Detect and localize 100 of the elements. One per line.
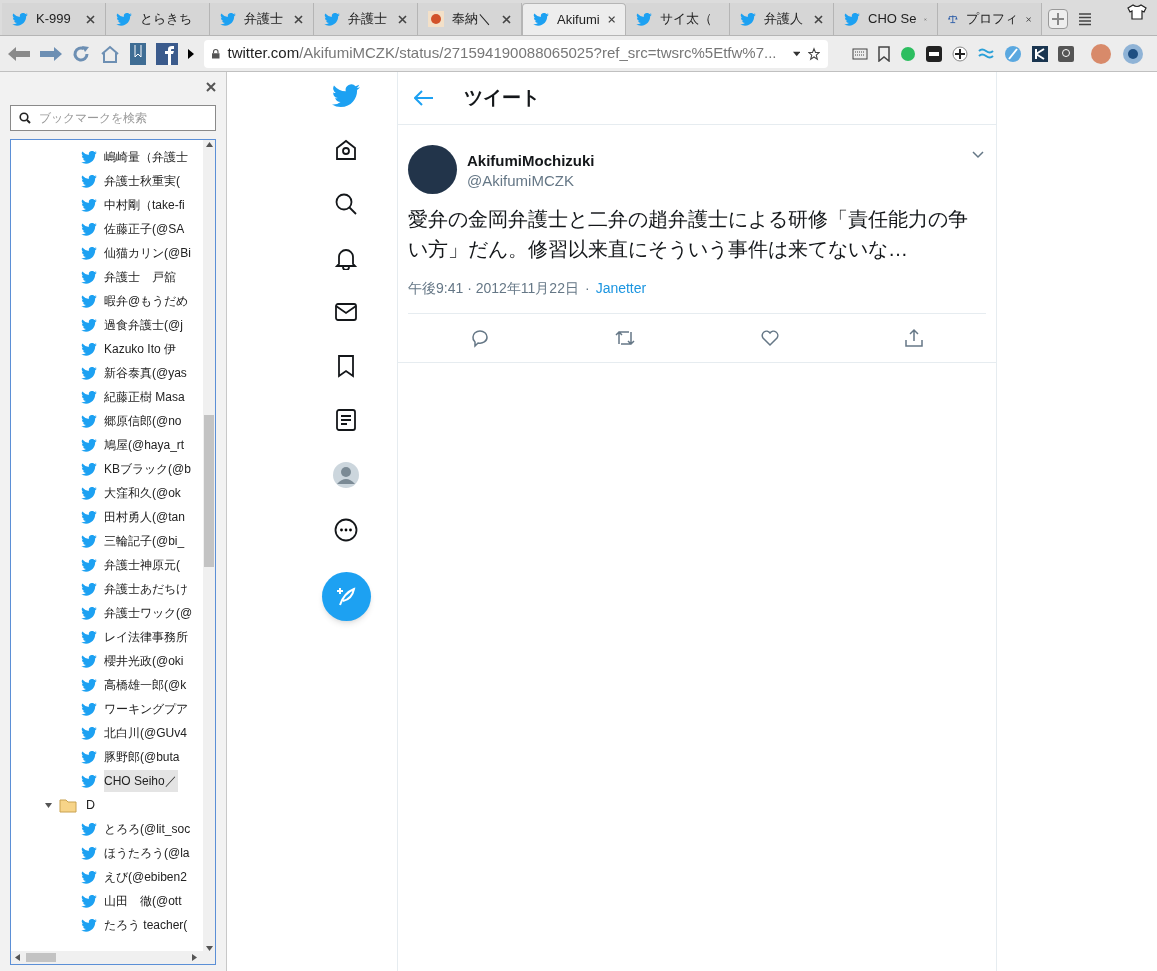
search-icon[interactable] (334, 192, 358, 216)
new-tab-button[interactable] (1048, 9, 1068, 29)
search-field[interactable]: ブックマークを検索 (10, 105, 216, 131)
tweet-timestamp[interactable]: 午後9:41 · 2012年11月22日 (408, 278, 579, 299)
search-icon (19, 112, 31, 124)
bookmark-item[interactable]: 紀藤正樹 Masa (104, 386, 186, 408)
bird-icon (81, 654, 97, 668)
reply-bubble-icon[interactable] (470, 328, 490, 348)
browser-tab[interactable]: CHO Se (834, 3, 938, 35)
profile-avatar-icon[interactable] (333, 462, 359, 488)
bookmark-item[interactable]: 豚野郎(@buta (104, 746, 181, 768)
bookmark-item[interactable]: 仙猫カリン(@Bi (104, 242, 192, 264)
close-icon[interactable] (502, 14, 511, 24)
bookmark-item[interactable]: ワーキングプア (104, 698, 189, 720)
forward-arrow-icon[interactable] (40, 46, 62, 61)
bookmark-item[interactable]: 弁護士秋重実( (104, 170, 181, 192)
letter-f-tile-icon[interactable] (156, 42, 178, 65)
scrollbar-thumb[interactable] (26, 953, 56, 962)
bookmark-item[interactable]: 大窪和久(@ok (104, 482, 182, 504)
browser-tab[interactable]: Akifumi (522, 3, 626, 35)
reload-icon[interactable] (72, 44, 90, 63)
bookmark-item[interactable]: とろろ(@lit_soc (104, 818, 192, 840)
move-cross-icon[interactable] (952, 45, 968, 62)
browser-tab[interactable]: 弁護士 (210, 3, 314, 35)
home-icon[interactable] (334, 138, 358, 162)
bookmark-item[interactable]: CHO Seiho／ (104, 770, 178, 792)
close-icon[interactable] (607, 15, 615, 24)
shirt-icon[interactable] (1127, 4, 1147, 20)
menu-icon[interactable] (1078, 12, 1092, 26)
compose-button[interactable] (321, 572, 371, 621)
bookmark-item[interactable]: 高橋雄一郎(@k (104, 674, 188, 696)
back-arrow-icon[interactable] (414, 90, 434, 106)
k-tile-icon[interactable] (1032, 45, 1048, 62)
bookmark-item[interactable]: 佐藤正子(@SA (104, 218, 186, 240)
bird-icon (81, 222, 97, 236)
bookmark-item[interactable]: 山田 徹(@ott (104, 890, 183, 912)
scroll-up-icon[interactable] (205, 142, 213, 147)
bookmark-book-icon[interactable] (130, 42, 146, 65)
more-dots-icon[interactable] (334, 518, 358, 542)
bookmark-item[interactable]: 鳩屋(@haya_rt (104, 434, 186, 456)
vertical-scrollbar[interactable] (203, 140, 215, 951)
browser-tab[interactable]: サイ太（ (626, 3, 730, 35)
scroll-left-icon[interactable] (15, 954, 20, 961)
star-icon[interactable] (808, 45, 820, 62)
close-icon[interactable] (86, 14, 95, 24)
browser-tab[interactable]: 奉納＼ (418, 3, 522, 35)
list-icon[interactable] (334, 408, 358, 432)
bookmark-item[interactable]: 弁護士あだちけ (104, 578, 189, 600)
close-icon[interactable] (206, 82, 216, 92)
bookmark-icon[interactable] (878, 45, 890, 62)
bookmark-item[interactable]: 田村勇人(@tan (104, 506, 186, 528)
horizontal-scrollbar[interactable] (11, 951, 215, 964)
bookmark-item[interactable]: えび(@ebiben2 (104, 866, 188, 888)
bookmark-item[interactable]: 暇弁@もうだめ (104, 290, 190, 312)
author-handle[interactable]: @AkifumiMCZK (467, 171, 595, 191)
envelope-icon[interactable] (334, 300, 358, 324)
bookmark-item[interactable]: 弁護士神原元( (104, 554, 181, 576)
bird-icon (81, 294, 97, 308)
author-name[interactable]: AkifumiMochizuki (467, 151, 595, 171)
bookmark-item[interactable]: 郷原信郎(@no (104, 410, 183, 432)
browser-tab[interactable]: K-999 (2, 3, 106, 35)
bookmark-item[interactable]: 三輪記子(@bi_ (104, 530, 186, 552)
share-icon[interactable] (904, 328, 924, 348)
browser-tab[interactable]: プロフィ (938, 3, 1042, 35)
bird-logo-icon[interactable] (332, 84, 360, 108)
bookmark-item[interactable]: たろう teacher( (104, 914, 189, 936)
bird-icon (81, 390, 97, 404)
close-icon[interactable] (814, 14, 823, 24)
bookmark-item[interactable]: KBブラック(@b (104, 458, 192, 480)
bookmark-item[interactable]: ほうたろう(@la (104, 842, 191, 864)
bookmark-item[interactable]: 嶋崎量（弁護士 (104, 146, 189, 168)
bookmark-item[interactable]: 弁護士ワック(@ (104, 602, 194, 624)
bookmark-item[interactable]: 弁護士 戸舘 (104, 266, 177, 288)
folder-item[interactable]: D (86, 795, 96, 815)
browser-tab[interactable]: 弁護人 (730, 3, 834, 35)
bookmark-item[interactable]: 新谷泰真(@yas (104, 362, 188, 384)
chevron-right-icon[interactable] (188, 48, 194, 59)
scroll-right-icon[interactable] (192, 954, 197, 961)
bookmark-item[interactable]: 櫻井光政(@oki (104, 650, 185, 672)
browser-tab[interactable]: とらきち (106, 3, 210, 35)
chevron-down-icon[interactable] (972, 151, 984, 159)
expand-down-triangle-icon[interactable] (45, 801, 52, 809)
bird-icon (81, 270, 97, 284)
scrollbar-thumb[interactable] (204, 415, 214, 567)
close-icon[interactable] (294, 14, 303, 24)
bookmark-item[interactable]: レイ法律事務所 (104, 626, 189, 648)
browser-tab[interactable]: 弁護士 (314, 3, 418, 35)
dropdown-caret-icon[interactable] (792, 50, 800, 57)
retweet-icon[interactable] (614, 328, 636, 348)
bookmark-item[interactable]: 北白川(@GUv4 (104, 722, 188, 744)
close-icon[interactable] (398, 14, 407, 24)
bookmark-item[interactable]: 過食弁護士(@j (104, 314, 184, 336)
bookmark-item[interactable]: 中村剛（take-fi (104, 194, 186, 216)
bell-icon[interactable] (334, 246, 358, 270)
bookmark-item[interactable]: Kazuko Ito 伊 (104, 338, 178, 360)
heart-icon[interactable] (760, 328, 780, 348)
bird-icon (81, 534, 97, 548)
back-arrow-icon[interactable] (8, 46, 30, 61)
close-icon[interactable] (1025, 14, 1031, 24)
address-field[interactable]: twitter.com/AkifumiMCZK/status/271594190088065025?ref_src=twsrc%5Etfw%7... (204, 39, 828, 68)
